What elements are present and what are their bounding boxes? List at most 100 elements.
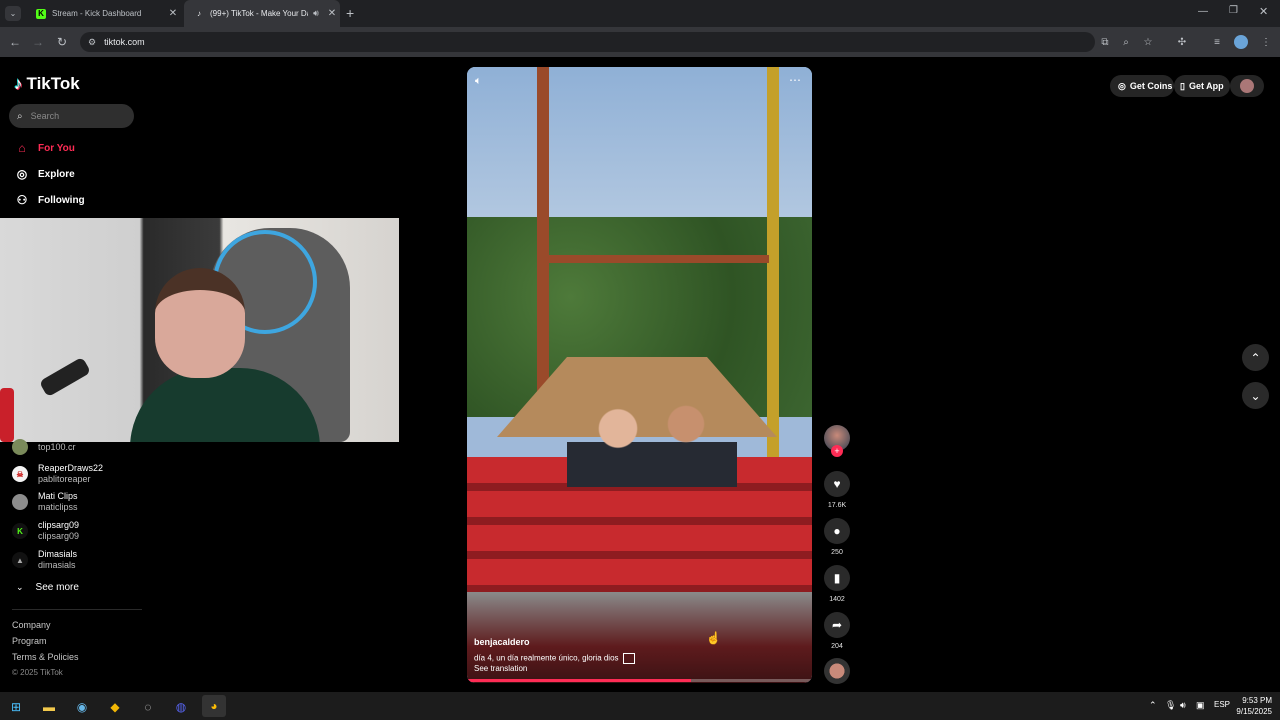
see-translation-link[interactable]: See translation	[474, 664, 527, 673]
like-button[interactable]: ♥ 17.6K	[823, 471, 851, 509]
progress-fill	[467, 679, 692, 682]
followed-account[interactable]: top100.cr	[12, 439, 76, 455]
reload-icon[interactable]: ↻	[53, 33, 71, 51]
language-indicator[interactable]: ESP	[1214, 700, 1230, 709]
clock[interactable]: 9:53 PM 9/15/2025	[1236, 695, 1272, 717]
tab-title: Stream - Kick Dashboard	[52, 9, 142, 18]
follow-plus-icon[interactable]: +	[831, 445, 843, 457]
bookmark-icon: ▮	[824, 565, 850, 591]
discord-icon[interactable]: ◍	[171, 697, 191, 717]
clock-date: 9/15/2025	[1236, 707, 1272, 716]
nav-label: Explore	[38, 168, 75, 180]
share-button[interactable]: ➦ 204	[823, 612, 851, 650]
chrome-icon[interactable]: ◕	[202, 695, 226, 717]
new-tab-button[interactable]: +	[346, 5, 354, 21]
comment-button[interactable]: ● 250	[823, 518, 851, 556]
ride-beam	[549, 255, 769, 263]
app-icon[interactable]: ◆	[105, 697, 125, 717]
extensions-icon[interactable]: ✣	[1174, 34, 1190, 50]
bottle	[0, 388, 14, 442]
see-more-label: See more	[35, 582, 79, 593]
tab-title: (99+) TikTok - Make Your Da	[210, 9, 308, 18]
get-coins-button[interactable]: ◎ Get Coins	[1110, 75, 1174, 97]
tab-kick-dashboard[interactable]: K Stream - Kick Dashboard ✕	[26, 0, 181, 27]
followed-account[interactable]: K clipsarg09 clipsarg09	[12, 520, 79, 542]
volume-icon[interactable]: 🔊︎	[1180, 700, 1186, 711]
followed-account[interactable]: Mati Clips maticlipss	[12, 491, 78, 513]
avatar: ▲	[12, 552, 28, 568]
nav-following[interactable]: ⚇ Following	[14, 191, 85, 209]
previous-video-button[interactable]: ⌃	[1242, 344, 1269, 371]
like-count: 17.6K	[827, 502, 847, 509]
nav-for-you[interactable]: ⌂ For You	[14, 139, 75, 157]
footer-link-company[interactable]: Company	[12, 620, 51, 630]
close-tab-icon[interactable]: ✕	[165, 8, 181, 19]
nav-label: For You	[38, 142, 75, 154]
browser-menu-icon[interactable]: ⋮	[1258, 34, 1274, 50]
home-icon: ⌂	[18, 141, 26, 155]
windows-start-icon[interactable]: ⊞	[6, 697, 26, 717]
account-name: clipsarg09	[38, 520, 80, 530]
account-name: ReaperDraws22	[38, 463, 104, 473]
back-icon[interactable]: ←	[6, 33, 24, 51]
close-window-button[interactable]: ✕	[1259, 5, 1268, 18]
account-name: Dimasials	[38, 549, 78, 559]
streamer-head	[155, 268, 245, 378]
avatar	[12, 494, 28, 510]
network-icon[interactable]: ▣	[1196, 700, 1205, 711]
video-author[interactable]: benjacaldero	[474, 637, 530, 647]
music-disc-button[interactable]	[823, 658, 851, 684]
account-name: top100.cr	[38, 441, 76, 452]
account-handle: pablitoreaper	[38, 474, 91, 484]
heart-icon: ♥	[824, 471, 850, 497]
tab-search-button[interactable]: ⌄	[5, 6, 21, 21]
webcam-overlay	[0, 218, 399, 442]
restore-button[interactable]: ❐	[1229, 5, 1238, 16]
comment-count: 250	[831, 549, 843, 556]
get-app-button[interactable]: ▯ Get App	[1174, 75, 1230, 97]
coin-icon: ◎	[1118, 80, 1126, 91]
nav-explore[interactable]: ◎ Explore	[14, 165, 75, 183]
copyright: © 2025 TikTok	[12, 668, 63, 677]
tray-expand-icon[interactable]: ⌃	[1149, 700, 1157, 711]
speaker-icon[interactable]: 🔊︎	[308, 8, 324, 19]
more-options-icon[interactable]: ⋯	[789, 73, 801, 87]
clock-time: 9:53 PM	[1242, 696, 1272, 705]
followed-account[interactable]: ▲ Dimasials dimasials	[12, 549, 77, 571]
footer-link-program[interactable]: Program	[12, 636, 47, 646]
save-button[interactable]: ▮ 1402	[823, 565, 851, 603]
close-tab-icon[interactable]: ✕	[324, 8, 340, 19]
file-explorer-icon[interactable]: ▬	[39, 697, 59, 717]
media-controls-icon[interactable]: ≡	[1209, 34, 1225, 50]
forward-icon[interactable]: →	[29, 33, 47, 51]
site-info-icon[interactable]: ⚙	[88, 37, 96, 48]
tiktok-note-icon: ♪	[14, 74, 23, 93]
followed-account[interactable]: ☠ ReaperDraws22 pablitoreaper	[12, 463, 103, 485]
video-player[interactable]: 🔈︎ ⋯ benjacaldero día 4, un día realment…	[467, 67, 812, 683]
tiktok-logo[interactable]: ♪ TikTok	[14, 74, 80, 94]
mute-icon[interactable]: 🔈︎	[475, 75, 482, 88]
zoom-icon[interactable]: ⌕	[1118, 34, 1134, 50]
address-bar[interactable]: ⚙ tiktok.com	[80, 32, 1095, 52]
minimize-button[interactable]: —	[1198, 6, 1208, 17]
microphone-icon[interactable]: 🎙︎	[1165, 700, 1176, 711]
caption-text: día 4, un día realmente único, gloria di…	[474, 653, 619, 663]
see-more-button[interactable]: ⌄ See more	[16, 582, 79, 593]
nav-label: Following	[38, 194, 85, 206]
compass-icon: ◎	[16, 167, 28, 181]
creator-avatar-button[interactable]: +	[823, 425, 851, 457]
search-input[interactable]: ⌕ Search	[9, 104, 134, 128]
steam-icon[interactable]: ◉	[72, 697, 92, 717]
bookmark-star-icon[interactable]: ☆	[1140, 34, 1156, 50]
divider	[12, 609, 142, 610]
user-avatar[interactable]	[1230, 75, 1264, 97]
install-app-icon[interactable]: ⧉	[1097, 34, 1113, 50]
footer-link-terms[interactable]: Terms & Policies	[12, 652, 79, 662]
obs-icon[interactable]: ◌	[138, 697, 158, 717]
next-video-button[interactable]: ⌄	[1242, 382, 1269, 409]
browser-tab-bar: ⌄ K Stream - Kick Dashboard ✕ ♪ (99+) Ti…	[0, 0, 1280, 27]
tab-tiktok[interactable]: ♪ (99+) TikTok - Make Your Da 🔊︎ ✕	[184, 0, 340, 27]
profile-avatar-icon[interactable]	[1233, 34, 1249, 50]
video-caption: día 4, un día realmente único, gloria di…	[474, 653, 635, 664]
emoji-icon	[622, 653, 635, 664]
